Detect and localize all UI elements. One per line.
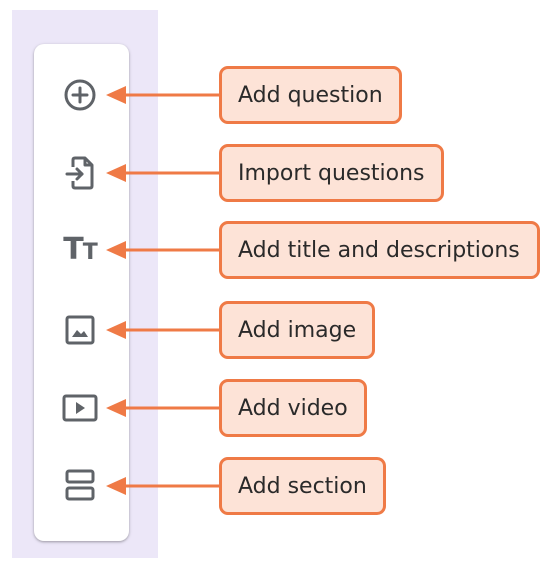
add-circle-icon bbox=[63, 78, 97, 112]
callout-label: Add video bbox=[238, 395, 348, 421]
callout-add-section: Add section bbox=[219, 457, 386, 515]
callout-label: Add question bbox=[238, 82, 383, 108]
callout-label: Add image bbox=[238, 317, 357, 343]
section-icon bbox=[64, 468, 96, 502]
add-question-button[interactable] bbox=[58, 75, 102, 115]
video-play-icon bbox=[62, 393, 98, 423]
callout-label: Import questions bbox=[238, 160, 425, 186]
callout-add-image: Add image bbox=[219, 301, 376, 359]
title-icon-glyph-large: T bbox=[63, 232, 83, 267]
add-video-button[interactable] bbox=[58, 388, 102, 428]
import-file-icon bbox=[64, 155, 96, 191]
annotated-toolbar-figure: TT Add question Import questions Add tit… bbox=[0, 0, 544, 566]
callout-add-question: Add question bbox=[219, 66, 402, 124]
callout-add-video: Add video bbox=[219, 379, 367, 437]
add-section-button[interactable] bbox=[58, 465, 102, 505]
add-image-button[interactable] bbox=[58, 310, 102, 350]
title-icon-glyph-small: T bbox=[82, 240, 98, 265]
import-questions-button[interactable] bbox=[58, 153, 102, 193]
image-icon bbox=[64, 314, 96, 346]
callout-add-title: Add title and descriptions bbox=[219, 221, 540, 279]
add-title-button[interactable]: TT bbox=[58, 230, 102, 270]
callout-label: Add section bbox=[238, 473, 367, 499]
callout-label: Add title and descriptions bbox=[238, 237, 520, 263]
callout-import-questions: Import questions bbox=[219, 144, 444, 202]
title-text-icon: TT bbox=[63, 232, 98, 267]
